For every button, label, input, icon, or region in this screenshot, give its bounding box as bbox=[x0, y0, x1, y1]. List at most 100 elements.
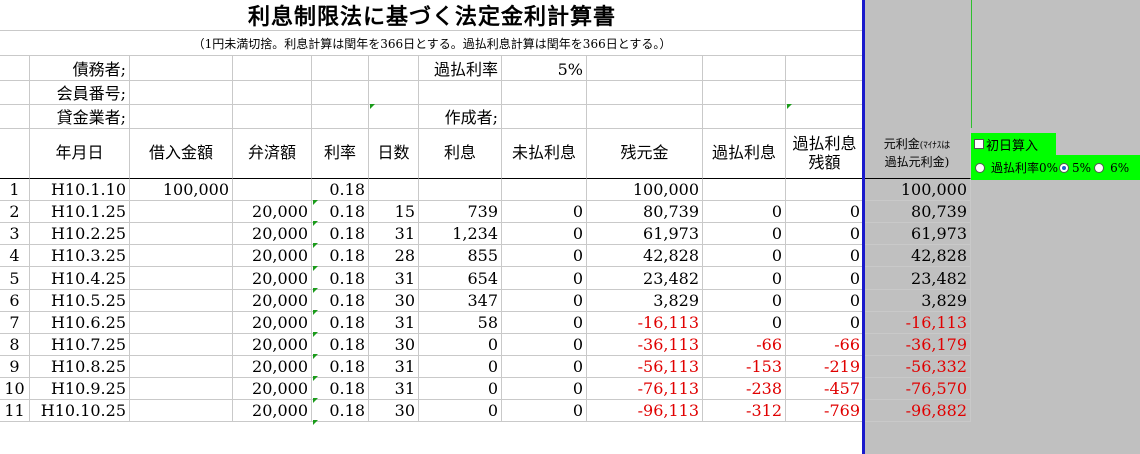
table-cell-days[interactable] bbox=[369, 179, 419, 201]
table-cell-interest[interactable]: 0 bbox=[419, 400, 502, 422]
table-cell-repay[interactable]: 20,000 bbox=[233, 290, 312, 312]
info-cell[interactable] bbox=[369, 56, 419, 81]
table-cell-principal[interactable]: -36,179 bbox=[864, 334, 971, 356]
info-cell[interactable] bbox=[786, 105, 864, 129]
table-cell-date[interactable]: H10.5.25 bbox=[30, 290, 130, 312]
info-cell[interactable] bbox=[233, 105, 312, 129]
table-cell-unpaid[interactable] bbox=[502, 179, 587, 201]
info-cell[interactable] bbox=[369, 81, 419, 105]
table-cell-principal[interactable]: 42,828 bbox=[864, 245, 971, 267]
table-cell-days[interactable]: 31 bbox=[369, 267, 419, 290]
table-cell-date[interactable]: H10.2.25 bbox=[30, 223, 130, 245]
table-cell-ov-int[interactable]: -312 bbox=[703, 400, 786, 422]
table-cell-unpaid[interactable]: 0 bbox=[502, 290, 587, 312]
table-cell-interest[interactable]: 654 bbox=[419, 267, 502, 290]
table-cell-unpaid[interactable]: 0 bbox=[502, 245, 587, 267]
info-cell[interactable] bbox=[502, 105, 587, 129]
table-cell-ov-int[interactable]: -153 bbox=[703, 356, 786, 378]
table-cell-balance[interactable]: 3,829 bbox=[587, 290, 703, 312]
info-cell[interactable] bbox=[786, 81, 864, 105]
table-cell-unpaid[interactable]: 0 bbox=[502, 223, 587, 245]
table-cell-date[interactable]: H10.1.25 bbox=[30, 201, 130, 223]
table-cell-rate[interactable]: 0.18 bbox=[312, 290, 369, 312]
table-cell-ov-int[interactable]: -66 bbox=[703, 334, 786, 356]
table-cell-balance[interactable]: 80,739 bbox=[587, 201, 703, 223]
table-cell-date[interactable]: H10.9.25 bbox=[30, 378, 130, 400]
table-cell-loan[interactable]: 100,000 bbox=[130, 179, 233, 201]
table-cell-days[interactable]: 30 bbox=[369, 400, 419, 422]
table-cell-date[interactable]: H10.6.25 bbox=[30, 312, 130, 334]
table-cell-days[interactable]: 31 bbox=[369, 378, 419, 400]
table-cell-ov-int[interactable]: 0 bbox=[703, 290, 786, 312]
info-cell[interactable] bbox=[703, 105, 786, 129]
table-cell-ov-bal[interactable]: -66 bbox=[786, 334, 864, 356]
table-cell-days[interactable]: 31 bbox=[369, 356, 419, 378]
table-cell-principal[interactable]: -56,332 bbox=[864, 356, 971, 378]
table-cell-interest[interactable]: 1,234 bbox=[419, 223, 502, 245]
overpay-rate-value[interactable]: 5% bbox=[502, 56, 587, 81]
table-cell-repay[interactable]: 20,000 bbox=[233, 201, 312, 223]
table-cell-repay[interactable]: 20,000 bbox=[233, 400, 312, 422]
table-cell-repay[interactable]: 20,000 bbox=[233, 267, 312, 290]
table-cell-loan[interactable] bbox=[130, 245, 233, 267]
table-cell-balance[interactable]: -16,113 bbox=[587, 312, 703, 334]
table-cell-unpaid[interactable]: 0 bbox=[502, 356, 587, 378]
table-cell-balance[interactable]: -56,113 bbox=[587, 356, 703, 378]
table-cell-rate[interactable]: 0.18 bbox=[312, 201, 369, 223]
info-cell[interactable] bbox=[369, 105, 419, 129]
table-cell-loan[interactable] bbox=[130, 400, 233, 422]
table-cell-unpaid[interactable]: 0 bbox=[502, 267, 587, 290]
rate-radio-6[interactable] bbox=[1094, 162, 1105, 173]
info-cell[interactable] bbox=[130, 105, 233, 129]
table-cell-principal[interactable]: 80,739 bbox=[864, 201, 971, 223]
table-cell-loan[interactable] bbox=[130, 223, 233, 245]
table-cell-rate[interactable]: 0.18 bbox=[312, 223, 369, 245]
table-cell-interest[interactable] bbox=[419, 179, 502, 201]
table-cell-principal[interactable]: -96,882 bbox=[864, 400, 971, 422]
table-cell-balance[interactable]: 100,000 bbox=[587, 179, 703, 201]
table-cell-rate[interactable]: 0.18 bbox=[312, 267, 369, 290]
table-cell-balance[interactable]: -36,113 bbox=[587, 334, 703, 356]
info-cell[interactable] bbox=[233, 81, 312, 105]
table-cell-rate[interactable]: 0.18 bbox=[312, 334, 369, 356]
table-cell-principal[interactable]: -16,113 bbox=[864, 312, 971, 334]
table-cell-loan[interactable] bbox=[130, 356, 233, 378]
table-cell-unpaid[interactable]: 0 bbox=[502, 312, 587, 334]
table-cell-days[interactable]: 30 bbox=[369, 290, 419, 312]
table-cell-repay[interactable] bbox=[233, 179, 312, 201]
table-cell-rate[interactable]: 0.18 bbox=[312, 356, 369, 378]
table-cell-ov-bal[interactable]: 0 bbox=[786, 201, 864, 223]
table-cell-rate[interactable]: 0.18 bbox=[312, 400, 369, 422]
table-cell-days[interactable]: 30 bbox=[369, 334, 419, 356]
table-cell-ov-int[interactable] bbox=[703, 179, 786, 201]
table-cell-loan[interactable] bbox=[130, 334, 233, 356]
table-cell-unpaid[interactable]: 0 bbox=[502, 334, 587, 356]
table-cell-repay[interactable]: 20,000 bbox=[233, 312, 312, 334]
table-cell-loan[interactable] bbox=[130, 290, 233, 312]
table-cell-days[interactable]: 31 bbox=[369, 223, 419, 245]
info-cell[interactable] bbox=[312, 105, 369, 129]
table-cell-balance[interactable]: 23,482 bbox=[587, 267, 703, 290]
table-cell-date[interactable]: H10.3.25 bbox=[30, 245, 130, 267]
first-day-option[interactable]: 初日算入 bbox=[971, 133, 1056, 155]
table-cell-ov-bal[interactable] bbox=[786, 179, 864, 201]
table-cell-ov-int[interactable]: 0 bbox=[703, 312, 786, 334]
info-cell[interactable] bbox=[786, 56, 864, 81]
table-cell-balance[interactable]: -96,113 bbox=[587, 400, 703, 422]
table-cell-balance[interactable]: 61,973 bbox=[587, 223, 703, 245]
table-cell-rate[interactable]: 0.18 bbox=[312, 179, 369, 201]
table-cell-ov-bal[interactable]: 0 bbox=[786, 312, 864, 334]
info-cell[interactable] bbox=[130, 56, 233, 81]
table-cell-ov-bal[interactable]: -219 bbox=[786, 356, 864, 378]
table-cell-loan[interactable] bbox=[130, 378, 233, 400]
info-cell[interactable] bbox=[312, 81, 369, 105]
table-cell-rate[interactable]: 0.18 bbox=[312, 245, 369, 267]
table-cell-rate[interactable]: 0.18 bbox=[312, 312, 369, 334]
table-cell-days[interactable]: 28 bbox=[369, 245, 419, 267]
table-cell-interest[interactable]: 855 bbox=[419, 245, 502, 267]
table-cell-rate[interactable]: 0.18 bbox=[312, 378, 369, 400]
table-cell-principal[interactable]: 100,000 bbox=[864, 179, 971, 201]
table-cell-ov-bal[interactable]: 0 bbox=[786, 245, 864, 267]
table-cell-interest[interactable]: 58 bbox=[419, 312, 502, 334]
info-cell[interactable] bbox=[130, 81, 233, 105]
